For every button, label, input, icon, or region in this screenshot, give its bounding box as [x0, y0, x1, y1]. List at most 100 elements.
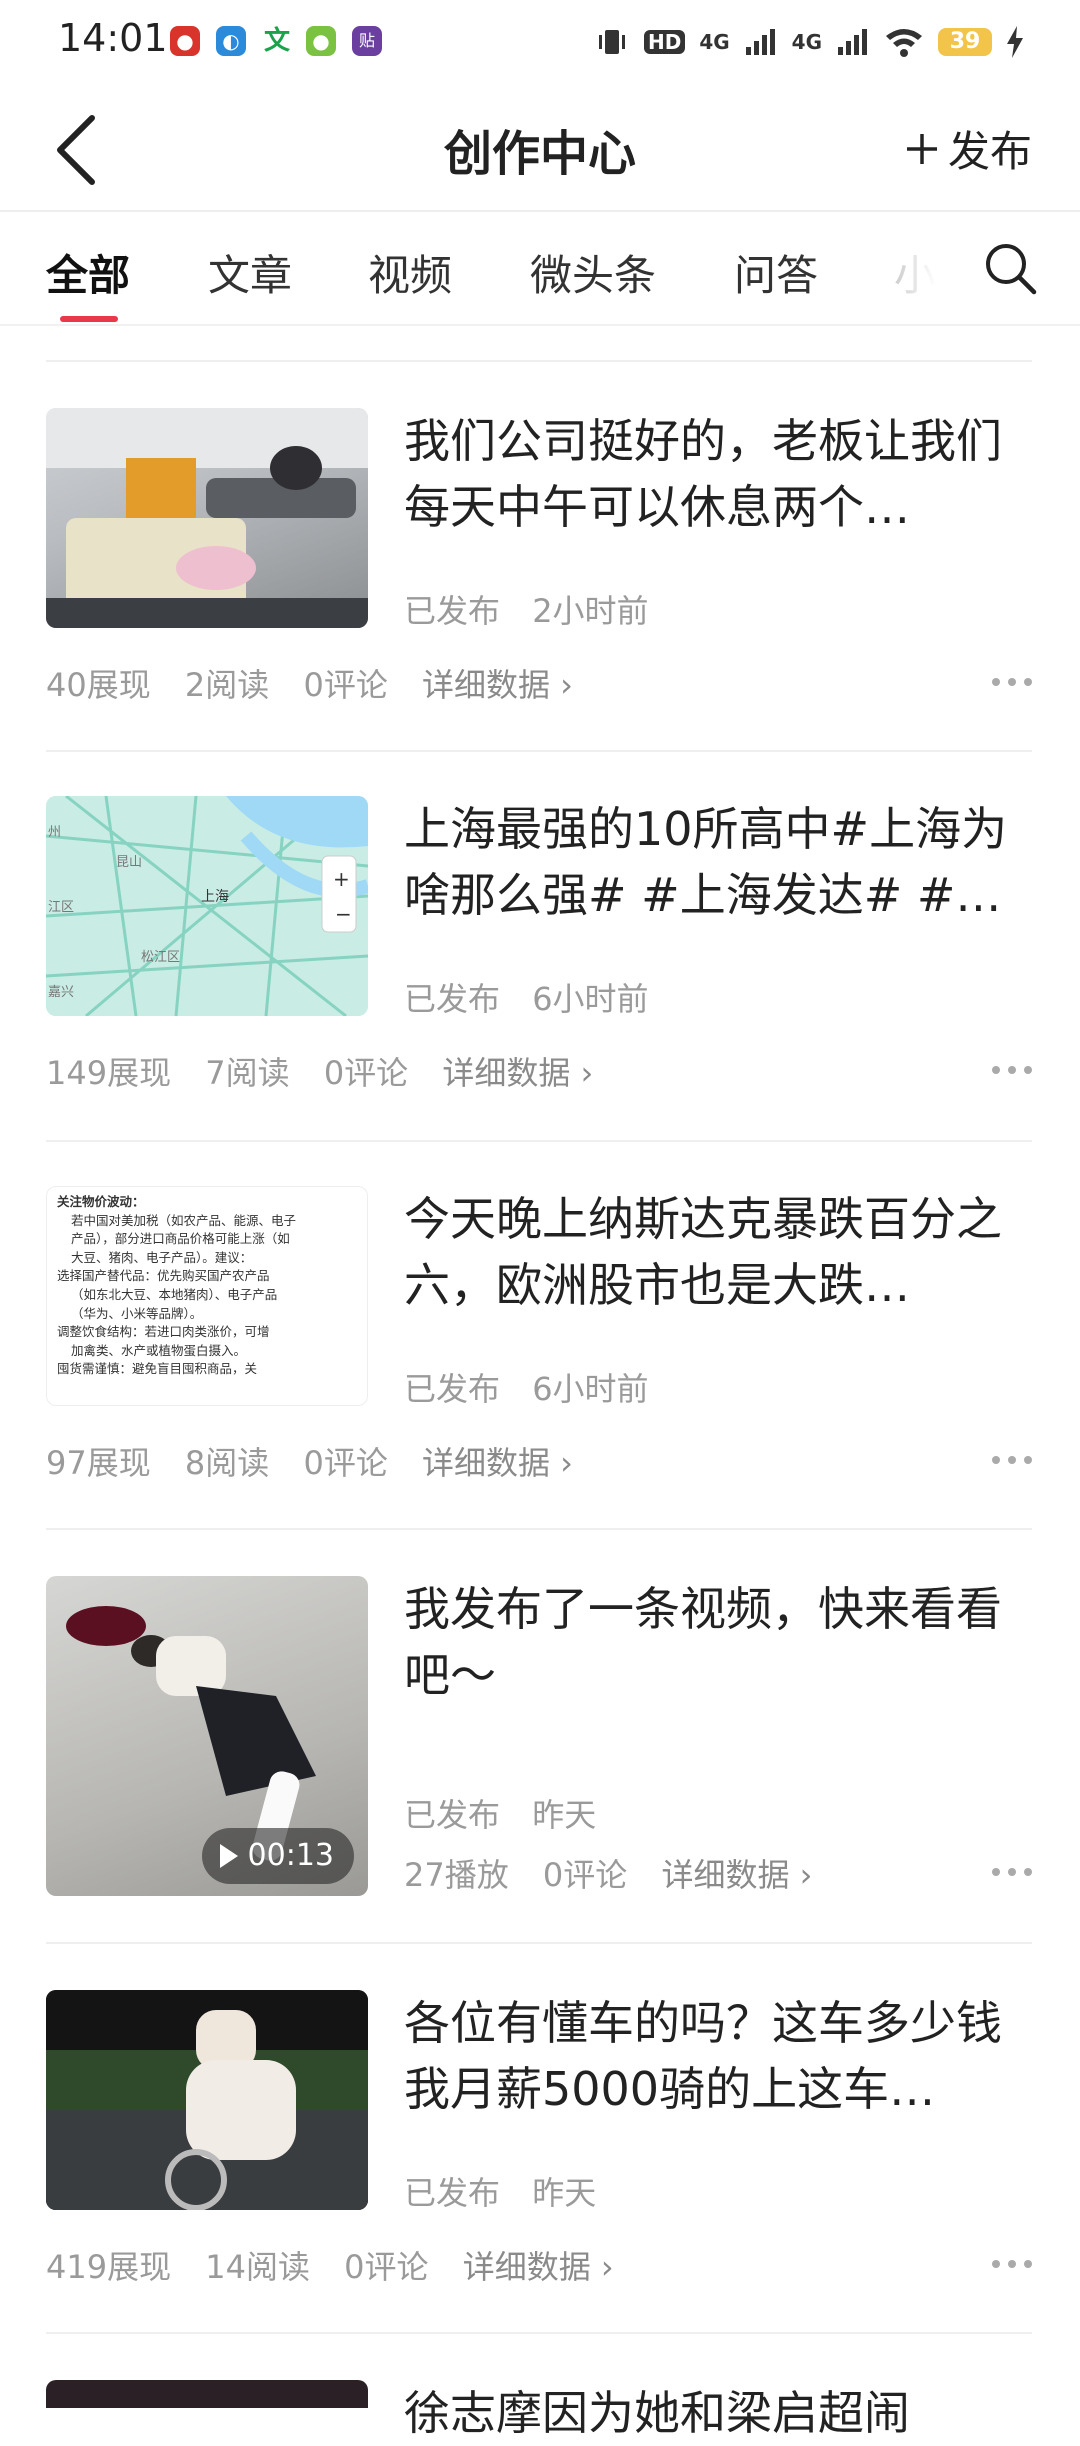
comments: 0评论 [344, 2248, 429, 2286]
more-options-icon[interactable] [992, 1456, 1032, 1466]
map-label: 州 [48, 825, 61, 840]
wifi-icon [886, 29, 922, 57]
thumbnail-video[interactable]: 00:13 [46, 1576, 368, 1896]
app-header: 创作中心 发布 [0, 84, 1080, 212]
thumbnail-document[interactable]: 关注物价波动： 若中国对美加税（如农产品、能源、电子 产品），部分进口商品价格可… [46, 1186, 368, 1406]
more-options-icon[interactable] [992, 1868, 1032, 1878]
article-meta: 已发布 昨天 [404, 1790, 596, 1836]
night-bike-illustration [46, 1990, 368, 2210]
tab-micro-post[interactable]: 微头条 [530, 242, 656, 303]
publish-button[interactable]: 发布 [904, 118, 1032, 179]
publish-status: 已发布 [404, 1796, 501, 1834]
doc-line: 关注物价波动： [57, 1194, 145, 1209]
impressions: 97展现 [46, 1444, 151, 1482]
detail-data-link[interactable]: 详细数据 › [463, 2248, 614, 2286]
doc-line: 产品），部分进口商品价格可能上涨（如 [71, 1231, 290, 1247]
thumbnail-shanghai-map[interactable]: 昆山 上海 松江区 嘉兴 州 江区 + − [46, 796, 368, 1016]
doc-line: （如东北大豆、本地猪肉）、电子产品 [71, 1286, 278, 1302]
map-label: 江区 [48, 900, 74, 915]
tab-qa[interactable]: 问答 [734, 242, 818, 303]
category-tabs: 全部 文章 视频 微头条 问答 小 [0, 212, 1080, 326]
reads: 2阅读 [184, 666, 270, 704]
signal-icon-2 [838, 29, 867, 55]
video-duration: 00:13 [247, 1838, 334, 1873]
search-icon[interactable] [980, 238, 1040, 298]
detail-data-link[interactable]: 详细数据 › [422, 666, 573, 704]
vibrate-icon [598, 30, 625, 54]
publish-time: 6小时前 [532, 1370, 649, 1408]
publish-time: 昨天 [532, 2174, 597, 2212]
doc-line: （华为、小米等品牌）。 [71, 1305, 203, 1321]
comments: 0评论 [323, 1054, 409, 1092]
detail-data-link[interactable]: 详细数据 › [442, 1054, 593, 1092]
thumbnail-night-bike[interactable] [46, 1990, 368, 2210]
article-title[interactable]: 我发布了一条视频，快来看看吧～ [404, 1576, 1034, 1708]
reads: 8阅读 [184, 1444, 270, 1482]
divider [46, 360, 1032, 362]
article-meta: 已发布 2小时前 [404, 586, 649, 632]
svg-text:+: + [333, 867, 350, 891]
video-stats: 27播放 0评论 详细数据 › [404, 1850, 836, 1896]
charging-icon [1007, 26, 1023, 58]
network-label-1: 4G [699, 30, 730, 54]
publish-label: 发布 [947, 127, 1032, 176]
hd-badge: HD [643, 30, 686, 54]
thumbnail-office-nap[interactable] [46, 408, 368, 628]
article-meta: 已发布 6小时前 [404, 1364, 649, 1410]
article-stats: 149展现 7阅读 0评论 详细数据 › [46, 1048, 617, 1094]
signal-icon [745, 29, 775, 55]
video-duration-badge: 00:13 [201, 1828, 354, 1884]
map-illustration: 昆山 上海 松江区 嘉兴 州 江区 + − [46, 796, 368, 1016]
comments: 0评论 [303, 1444, 388, 1482]
office-nap-illustration [46, 408, 368, 628]
article-title[interactable]: 各位有懂车的吗？这车多少钱我月薪5000骑的上这车… [404, 1990, 1034, 2122]
battery-indicator: 39 [938, 28, 992, 56]
article-stats: 40展现 2阅读 0评论 详细数据 › [46, 660, 597, 706]
document-preview: 关注物价波动： 若中国对美加税（如农产品、能源、电子 产品），部分进口商品价格可… [57, 1193, 357, 1379]
publish-status: 已发布 [404, 1370, 501, 1408]
comments: 0评论 [542, 1856, 628, 1894]
article-meta: 已发布 昨天 [404, 2168, 596, 2214]
doc-line: 若中国对美加税（如农产品、能源、电子 [71, 1212, 297, 1228]
app-icon-purple: 贴 [352, 26, 382, 56]
divider [46, 750, 1032, 752]
doc-line: 选择国产替代品：优先购买国产农产品 [57, 1268, 270, 1284]
publish-status: 已发布 [404, 592, 501, 630]
more-options-icon[interactable] [992, 1066, 1032, 1076]
divider [46, 1140, 1032, 1142]
map-label: 松江区 [141, 950, 180, 965]
app-icon-text: 文 [262, 26, 292, 56]
tab-article[interactable]: 文章 [208, 242, 292, 303]
article-title[interactable]: 今天晚上纳斯达克暴跌百分之六，欧洲股市也是大跌… [404, 1186, 1034, 1318]
article-stats: 97展现 8阅读 0评论 详细数据 › [46, 1438, 597, 1484]
tab-fade-overlay [880, 212, 960, 312]
tab-video[interactable]: 视频 [368, 242, 452, 303]
thumbnail-dark[interactable] [46, 2380, 368, 2408]
article-title[interactable]: 徐志摩因为她和梁启超闹 [404, 2380, 1034, 2446]
doc-line: 调整饮食结构：若进口肉类涨价，可增 [57, 1324, 270, 1340]
publish-status: 已发布 [404, 980, 501, 1018]
plays: 27播放 [404, 1856, 509, 1894]
impressions: 149展现 [46, 1054, 172, 1092]
map-label: 嘉兴 [48, 985, 74, 1000]
article-meta: 已发布 6小时前 [404, 974, 649, 1020]
app-icon-browser: ◐ [216, 26, 246, 56]
status-bar: 14:01 ● ◐ 文 ● 贴 HD 4G 4G 39 [0, 0, 1080, 84]
doc-line: 囤货需谨慎：避免盲目囤积商品，关 [57, 1361, 258, 1377]
more-options-icon[interactable] [992, 678, 1032, 688]
tab-all[interactable]: 全部 [46, 242, 130, 303]
article-stats: 419展现 14阅读 0评论 详细数据 › [46, 2242, 638, 2288]
map-label: 上海 [201, 889, 229, 905]
detail-data-link[interactable]: 详细数据 › [661, 1856, 812, 1894]
network-label-2: 4G [791, 30, 822, 54]
publish-time: 6小时前 [532, 980, 649, 1018]
article-title[interactable]: 我们公司挺好的，老板让我们每天中午可以休息两个… [404, 408, 1034, 540]
play-icon [219, 1844, 238, 1868]
map-label: 昆山 [116, 855, 142, 870]
more-options-icon[interactable] [992, 2260, 1032, 2270]
reads: 7阅读 [205, 1054, 290, 1092]
divider [46, 1528, 1032, 1530]
detail-data-link[interactable]: 详细数据 › [422, 1444, 573, 1482]
article-title[interactable]: 上海最强的10所高中#上海为啥那么强# #上海发达# #… [404, 796, 1034, 928]
app-icon-green: ● [306, 26, 336, 56]
